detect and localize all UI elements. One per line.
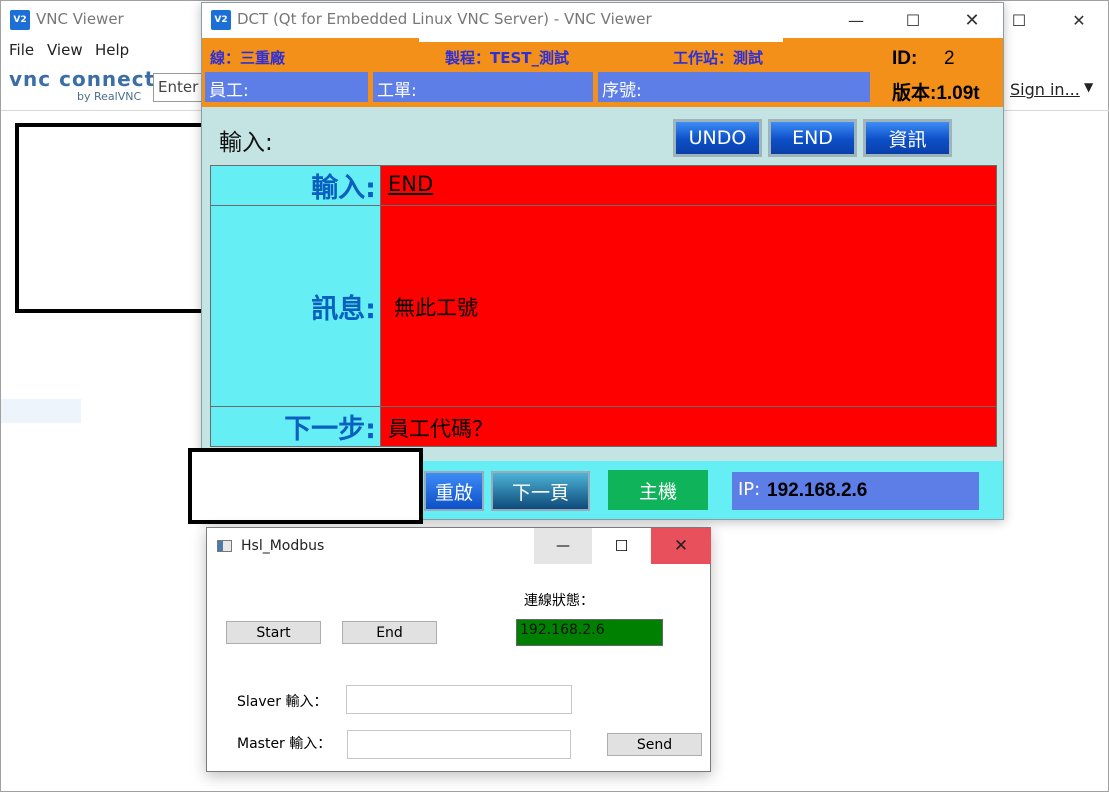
grid-message-label: 訊息: [210,205,381,407]
version-label: 版本:1.09t [892,83,980,104]
grid-message-value: 無此工號 [380,205,997,407]
dct-vnc-window: V2 DCT (Qt for Embedded Linux VNC Server… [201,2,1004,520]
menu-view[interactable]: View [47,41,83,59]
line-label: 線：三重廠 [210,49,286,67]
end-button[interactable]: End [342,621,437,644]
grid-next-step-label: 下一步: [210,406,381,447]
input-prompt-label: 輸入: [219,130,273,156]
ip-display: IP: 192.168.2.6 [732,472,979,510]
maximize-icon[interactable]: ☐ [592,528,651,564]
dct-window-title: DCT (Qt for Embedded Linux VNC Server) -… [237,10,652,28]
maximize-icon[interactable]: ☐ [890,3,936,37]
master-input[interactable] [347,730,571,759]
dct-main-panel: 輸入: UNDO END 資訊 輸入: END 訊息: 無此工號 下一步: 員工… [202,107,1003,461]
vnc-connect-subtitle: by RealVNC [77,90,142,103]
undo-button[interactable]: UNDO [673,119,762,157]
connection-status-label: 連線狀態： [524,593,594,609]
close-icon[interactable]: ✕ [949,3,995,37]
station-label: 工作站：測試 [673,49,764,67]
vnc-logo-icon: V2 [211,10,231,30]
id-label: ID: [892,48,918,69]
slaver-input[interactable] [346,685,572,714]
master-input-label: Master 輸入： [237,736,332,752]
sign-in-link[interactable]: Sign in... [1010,80,1080,99]
menu-help[interactable]: Help [95,41,129,59]
work-order-field: 工單: [373,72,593,102]
grid-input-label: 輸入: [210,165,381,206]
dct-header-bar: 線：三重廠 製程：TEST_測試 工作站：測試 ID: 2 版本:1.09t 員… [202,36,1003,107]
app-icon [217,540,232,552]
id-value: 2 [944,48,955,69]
grid-input-value: END [380,165,997,206]
restart-button[interactable]: 重啟 [424,471,484,511]
close-icon[interactable]: ✕ [651,528,711,564]
close-icon[interactable]: ✕ [1056,3,1102,37]
address-input[interactable]: Enter a [153,73,203,102]
slaver-input-label: Slaver 輸入： [237,694,328,710]
redacted-box-2 [188,448,423,524]
vnc-logo-icon: V2 [10,10,30,30]
send-button[interactable]: Send [607,733,702,756]
minimize-icon[interactable]: — [534,528,592,564]
grid-next-step-value: 員工代碼？ [380,406,997,447]
dct-titlebar: V2 DCT (Qt for Embedded Linux VNC Server… [202,3,1003,38]
employee-field: 員工: [205,72,368,102]
start-button[interactable]: Start [226,621,321,644]
ip-label: IP: [738,479,761,500]
end-button[interactable]: END [768,119,857,157]
vnc-connect-logo: vnc connect [9,67,156,91]
host-button[interactable]: 主機 [608,470,708,510]
modbus-window-title: Hsl_Modbus [241,538,325,554]
connection-status-value: 192.168.2.6 [516,619,663,646]
serial-field: 序號: [598,72,870,102]
hsl-modbus-window: Hsl_Modbus — ☐ ✕ 連線狀態： 192.168.2.6 Start… [206,527,711,772]
redacted-box-1 [15,123,206,313]
menu-file[interactable]: File [9,41,34,59]
dropdown-chevron-icon[interactable]: ▼ [1084,80,1093,94]
ip-value: 192.168.2.6 [767,480,868,501]
next-page-button[interactable]: 下一頁 [491,471,590,511]
minimize-icon[interactable]: — [833,3,879,37]
vnc-toolbar-handle[interactable] [419,36,783,42]
info-button[interactable]: 資訊 [863,119,952,157]
process-label: 製程：TEST_測試 [445,49,570,67]
address-book-highlight [1,399,81,423]
window-title: VNC Viewer [36,10,124,28]
